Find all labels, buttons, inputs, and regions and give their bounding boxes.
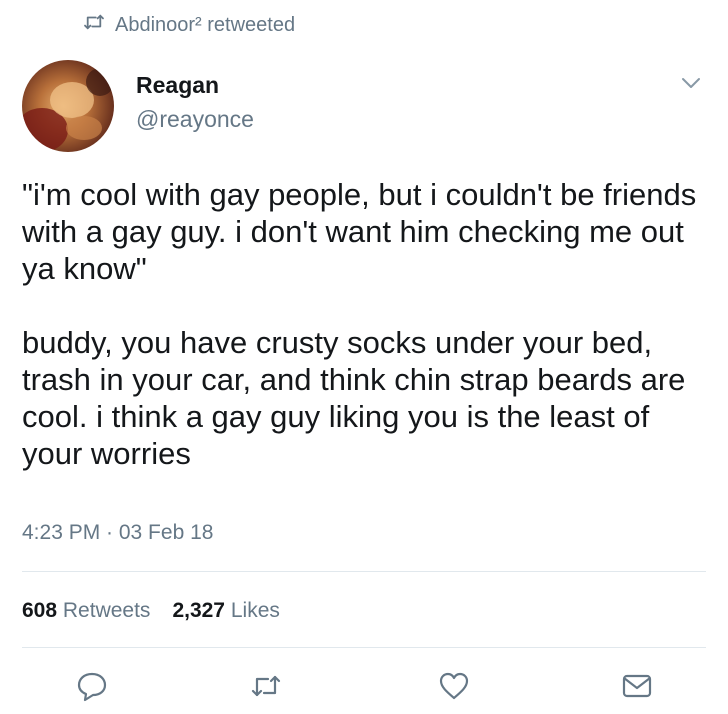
chevron-down-icon[interactable]	[680, 74, 702, 92]
divider	[22, 571, 706, 572]
timestamp[interactable]: 4:23 PM · 03 Feb 18	[22, 521, 213, 545]
like-icon	[437, 669, 471, 708]
tweet-text: "i'm cool with gay people, but i couldn'…	[22, 176, 712, 472]
likes-label: Likes	[230, 599, 280, 622]
reply-button[interactable]	[72, 668, 112, 708]
likes-stat[interactable]: 2,327 Likes	[172, 599, 279, 623]
engagement-stats: 608 Retweets 2,327 Likes	[22, 596, 280, 626]
retweets-label: Retweets	[62, 599, 151, 622]
retweet-icon	[249, 669, 283, 708]
message-icon	[620, 669, 654, 708]
divider	[22, 647, 706, 648]
retweet-context-text: Abdinoor² retweeted	[115, 13, 296, 36]
retweet-context: Abdinoor² retweeted	[83, 12, 295, 38]
likes-count: 2,327	[172, 599, 225, 622]
action-bar	[0, 668, 728, 708]
reply-icon	[75, 669, 109, 708]
retweet-icon	[83, 13, 105, 37]
retweets-stat[interactable]: 608 Retweets	[22, 599, 150, 623]
retweets-count: 608	[22, 599, 58, 622]
author-handle[interactable]: @reayonce	[136, 106, 254, 133]
avatar[interactable]	[22, 60, 114, 152]
author-name[interactable]: Reagan	[136, 72, 219, 99]
message-button[interactable]	[617, 668, 657, 708]
like-button[interactable]	[434, 668, 474, 708]
retweet-button[interactable]	[246, 668, 286, 708]
tweet-paragraph: buddy, you have crusty socks under your …	[22, 325, 686, 471]
tweet-paragraph: "i'm cool with gay people, but i couldn'…	[22, 177, 697, 286]
